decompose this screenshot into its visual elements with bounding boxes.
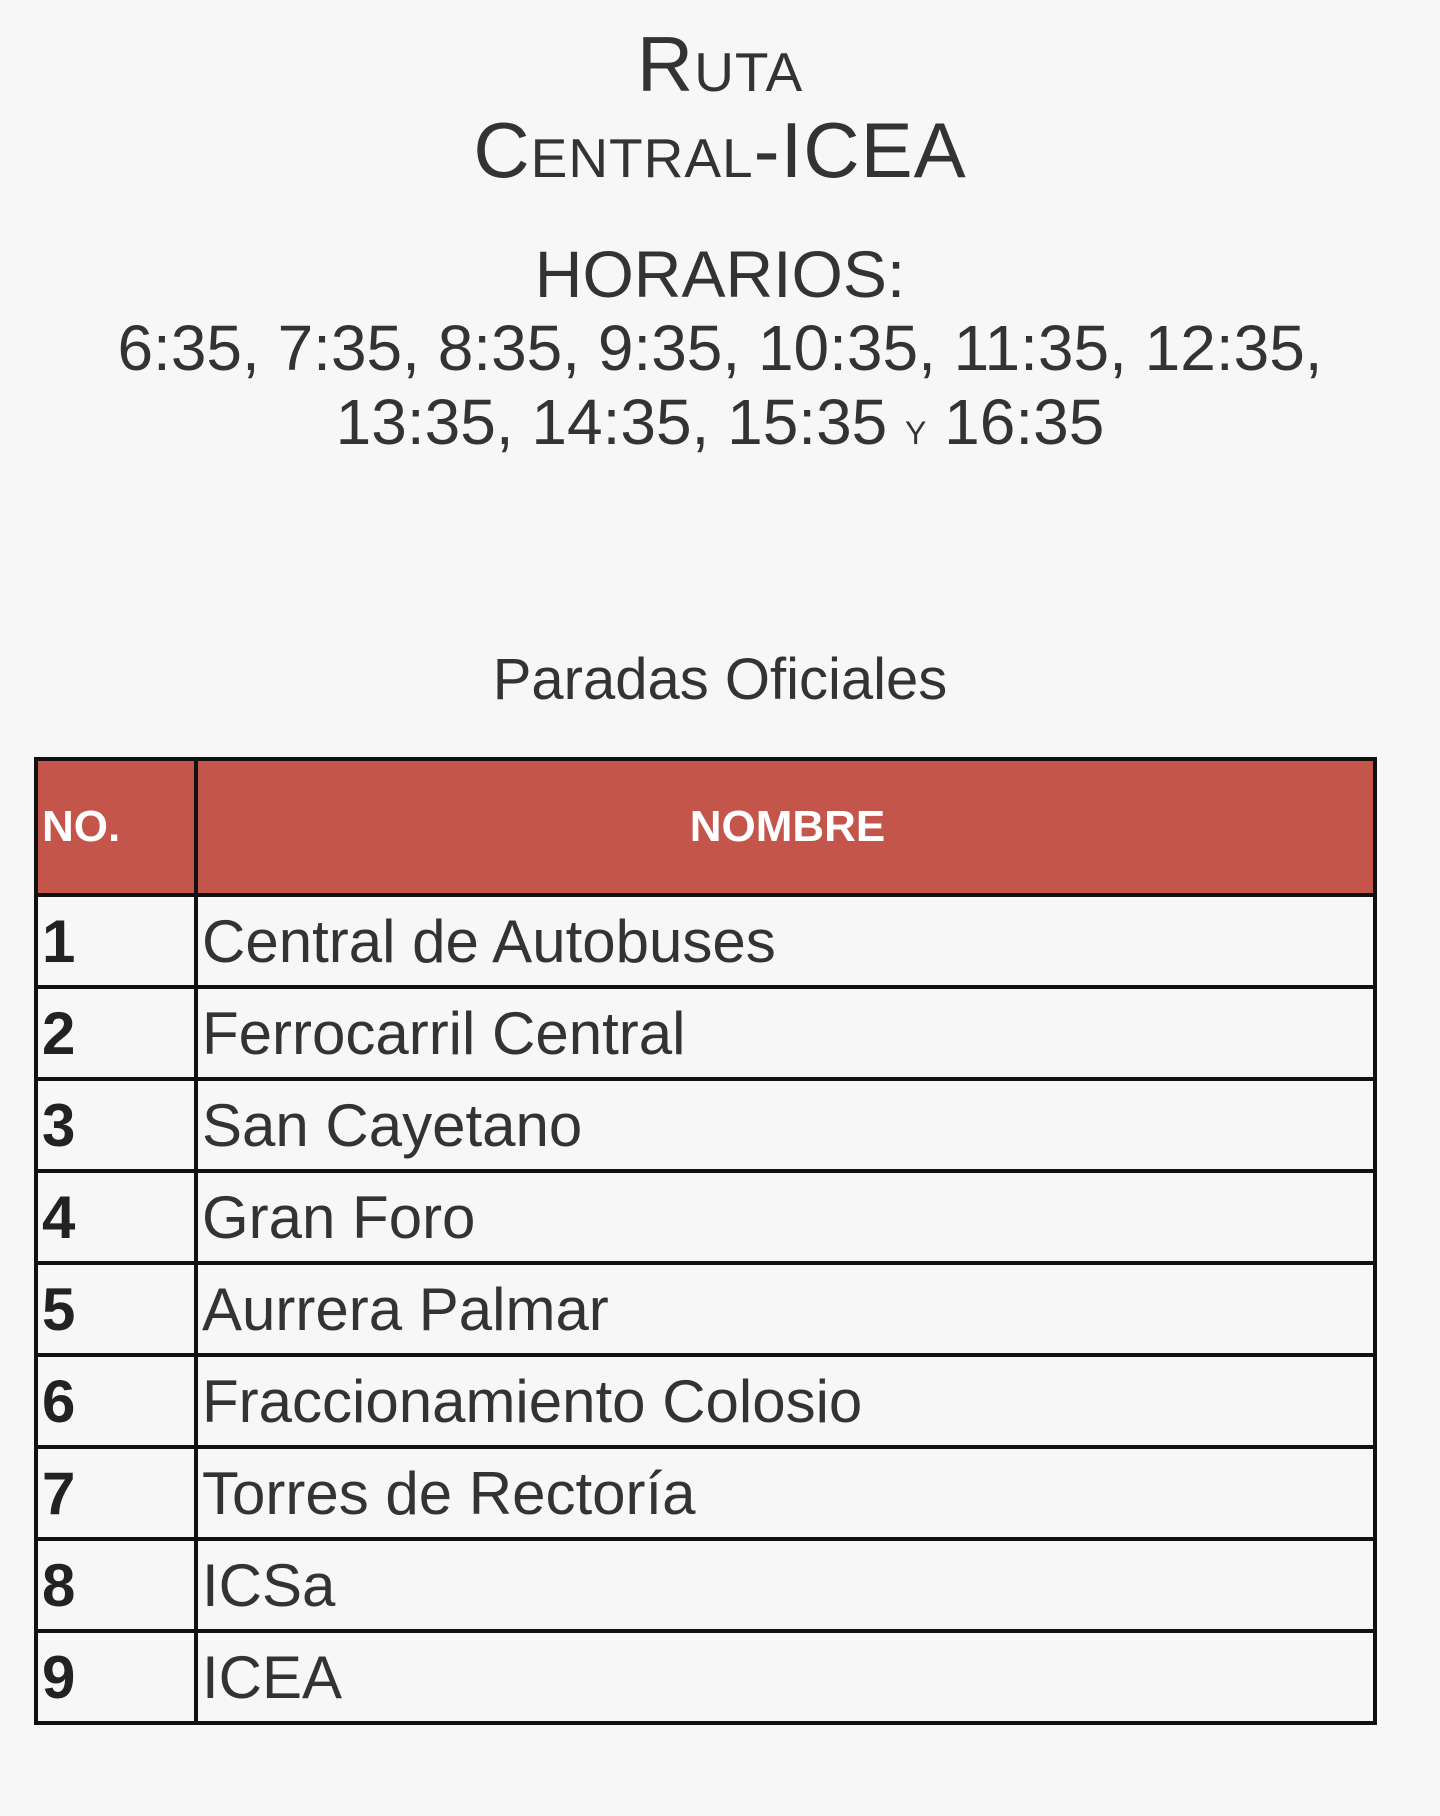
column-header-no: NO. bbox=[34, 757, 198, 897]
column-header-name: NOMBRE bbox=[194, 757, 1377, 897]
stop-name: Torres de Rectoría bbox=[194, 1445, 1377, 1541]
stop-number: 6 bbox=[34, 1353, 198, 1449]
stop-number: 7 bbox=[34, 1445, 198, 1541]
table-row: 7 Torres de Rectoría bbox=[34, 1445, 1377, 1541]
stop-number: 1 bbox=[34, 893, 198, 989]
schedule-times-line-2: 13:35, 14:35, 15:35 y 16:35 bbox=[0, 384, 1440, 466]
table-row: 9 ICEA bbox=[34, 1629, 1377, 1725]
stop-name: ICEA bbox=[194, 1629, 1377, 1725]
stop-name: Central de Autobuses bbox=[194, 893, 1377, 989]
stop-number: 9 bbox=[34, 1629, 198, 1725]
stop-name: San Cayetano bbox=[194, 1077, 1377, 1173]
table-row: 6 Fraccionamiento Colosio bbox=[34, 1353, 1377, 1449]
stop-name: Ferrocarril Central bbox=[194, 985, 1377, 1081]
table-row: 8 ICSa bbox=[34, 1537, 1377, 1633]
stop-name: Fraccionamiento Colosio bbox=[194, 1353, 1377, 1449]
schedule-times-line-1: 6:35, 7:35, 8:35, 9:35, 10:35, 11:35, 12… bbox=[117, 312, 1323, 384]
route-name: Central-ICEA bbox=[473, 106, 967, 194]
schedule-conjunction: y bbox=[905, 402, 927, 454]
route-label: Ruta bbox=[636, 20, 804, 108]
table-row: 5 Aurrera Palmar bbox=[34, 1261, 1377, 1357]
stop-number: 8 bbox=[34, 1537, 198, 1633]
stop-number: 3 bbox=[34, 1077, 198, 1173]
stop-number: 2 bbox=[34, 985, 198, 1081]
table-row: 4 Gran Foro bbox=[34, 1169, 1377, 1265]
schedule-label: HORARIOS: bbox=[534, 237, 906, 311]
table-row: 1 Central de Autobuses bbox=[34, 893, 1377, 989]
table-row: 2 Ferrocarril Central bbox=[34, 985, 1377, 1081]
stop-number: 4 bbox=[34, 1169, 198, 1265]
stop-number: 5 bbox=[34, 1261, 198, 1357]
stop-name: Aurrera Palmar bbox=[194, 1261, 1377, 1357]
schedule-last-time: 16:35 bbox=[944, 386, 1105, 458]
schedule-times-line-2-times: 13:35, 14:35, 15:35 bbox=[335, 386, 888, 458]
stops-section-title: Paradas Oficiales bbox=[492, 647, 948, 712]
stops-table-header: NO. NOMBRE bbox=[34, 757, 1377, 897]
stop-name: ICSa bbox=[194, 1537, 1377, 1633]
stop-name: Gran Foro bbox=[194, 1169, 1377, 1265]
table-row: 3 San Cayetano bbox=[34, 1077, 1377, 1173]
stops-table: NO. NOMBRE 1 Central de Autobuses 2 Ferr… bbox=[34, 757, 1377, 1725]
